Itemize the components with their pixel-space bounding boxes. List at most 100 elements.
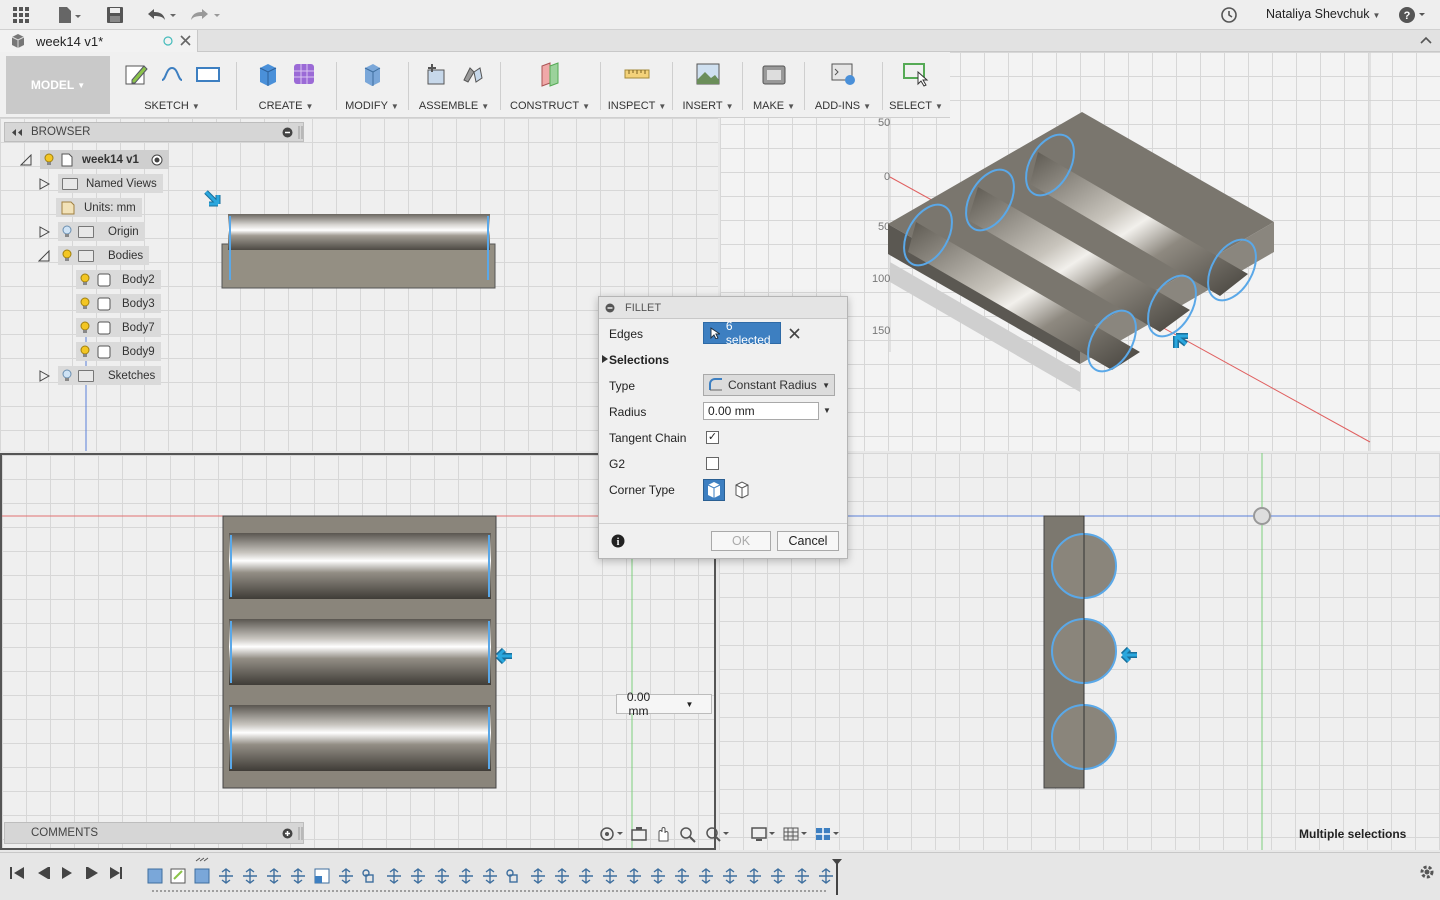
chevron-down-icon[interactable]: ▼ [668, 700, 711, 709]
comments-panel-header[interactable]: COMMENTS [4, 822, 304, 844]
edges-selection-button[interactable]: 6 selected [703, 319, 781, 347]
file-menu-icon[interactable] [54, 4, 84, 26]
select-group[interactable]: SELECT ▼ [886, 56, 946, 114]
visibility-bulb-icon[interactable] [62, 225, 72, 238]
collapsed-icon[interactable] [38, 225, 50, 238]
3d-print-icon[interactable] [760, 60, 788, 88]
look-at-icon[interactable] [630, 825, 648, 843]
offset-plane-icon[interactable] [536, 60, 564, 88]
tree-item-sketches[interactable]: Sketches [38, 366, 162, 385]
press-pull-icon[interactable] [358, 60, 386, 88]
visibility-bulb-icon[interactable] [80, 297, 90, 310]
modify-group[interactable]: MODIFY ▼ [340, 56, 404, 114]
settings-gear-icon[interactable] [1418, 863, 1436, 881]
grid-settings-icon[interactable] [782, 825, 808, 843]
close-tab-icon[interactable] [180, 35, 191, 46]
display-settings-icon[interactable] [750, 825, 776, 843]
info-icon[interactable]: i [611, 534, 625, 548]
add-ins-group[interactable]: ADD-INS ▼ [808, 56, 878, 114]
measure-icon[interactable] [623, 60, 651, 88]
tree-item-body[interactable]: Body3 [76, 294, 161, 313]
visibility-bulb-icon[interactable] [80, 345, 90, 358]
browser-panel-header[interactable]: BROWSER [4, 122, 304, 142]
help-icon[interactable]: ? [1398, 4, 1428, 26]
expanded-icon[interactable] [20, 153, 32, 166]
radius-input[interactable] [703, 402, 819, 420]
tree-item-named-views[interactable]: Named Views [38, 174, 163, 193]
insert-image-icon[interactable] [694, 60, 722, 88]
collapse-left-icon[interactable] [11, 128, 23, 137]
tree-item-origin[interactable]: Origin [38, 222, 145, 241]
folder-icon [78, 369, 94, 382]
create-group[interactable]: CREATE ▼ [240, 56, 332, 114]
visibility-bulb-icon[interactable] [80, 273, 90, 286]
activate-radio-icon[interactable] [151, 154, 163, 166]
tangent-chain-checkbox[interactable]: ✓ [706, 431, 719, 444]
expand-selections-icon[interactable] [601, 354, 609, 364]
collapsed-icon[interactable] [38, 177, 50, 190]
insert-group[interactable]: INSERT ▼ [676, 56, 740, 114]
make-group[interactable]: MAKE ▼ [746, 56, 802, 114]
tree-item-bodies[interactable]: Bodies [38, 246, 150, 265]
collapse-up-icon[interactable] [1420, 35, 1432, 45]
minus-icon[interactable] [282, 127, 293, 138]
visibility-bulb-icon[interactable] [80, 321, 90, 334]
pan-icon[interactable] [654, 825, 672, 843]
tree-item-units[interactable]: Units: mm [56, 198, 142, 217]
select-icon[interactable] [902, 60, 930, 88]
type-dropdown[interactable]: Constant Radius ▼ [703, 374, 835, 396]
create-sketch-icon[interactable] [122, 60, 150, 88]
collapsed-icon[interactable] [38, 369, 50, 382]
user-menu[interactable]: Nataliya Shevchuk ▼ [1266, 7, 1380, 21]
cancel-button[interactable]: Cancel [777, 531, 839, 551]
line-icon[interactable] [158, 60, 186, 88]
clear-selection-icon[interactable] [789, 328, 800, 339]
tree-item-body[interactable]: Body2 [76, 270, 161, 289]
workspace-switcher[interactable]: MODEL ▼ [6, 56, 110, 114]
app-grid-icon[interactable] [8, 4, 34, 26]
add-comment-icon[interactable] [282, 828, 293, 839]
selections-label[interactable]: Selections [609, 353, 669, 367]
orbit-icon[interactable] [598, 825, 624, 843]
undo-icon[interactable] [144, 4, 178, 26]
new-component-icon[interactable] [422, 60, 450, 88]
chevron-down-icon: ▼ [77, 80, 86, 90]
panel-grip-icon[interactable] [298, 126, 303, 139]
ok-button[interactable]: OK [711, 531, 771, 551]
zoom-window-icon[interactable] [678, 825, 698, 843]
rolling-ball-corner-icon[interactable] [703, 479, 725, 501]
radius-dropdown-icon[interactable]: ▼ [823, 406, 831, 415]
timeline-playback-controls[interactable] [8, 864, 132, 882]
visibility-bulb-icon[interactable] [62, 369, 72, 382]
save-icon[interactable] [104, 4, 126, 26]
zoom-icon[interactable] [704, 825, 730, 843]
dialog-header[interactable]: FILLET [599, 297, 847, 319]
sketch-group[interactable]: SKETCH ▼ [112, 56, 232, 114]
joint-icon[interactable] [458, 60, 486, 88]
scripts-addins-icon[interactable] [829, 60, 857, 88]
construct-group[interactable]: CONSTRUCT ▼ [504, 56, 596, 114]
rectangle-icon[interactable] [194, 60, 222, 88]
folder-icon [78, 249, 94, 262]
inspect-group[interactable]: INSPECT ▼ [604, 56, 670, 114]
viewports-icon[interactable] [814, 825, 840, 843]
tree-item-body[interactable]: Body7 [76, 318, 161, 337]
form-icon[interactable] [290, 60, 318, 88]
extrude-icon[interactable] [254, 60, 282, 88]
panel-grip-icon[interactable] [298, 827, 303, 840]
redo-icon[interactable] [188, 4, 222, 26]
viewport-radius-input[interactable]: 0.00 mm ▼ [616, 690, 712, 718]
document-tab[interactable]: week14 v1* [0, 30, 198, 52]
setback-corner-icon[interactable] [731, 479, 753, 501]
timeline-features[interactable] [144, 857, 844, 897]
tree-item-root[interactable]: week14 v1 [20, 150, 169, 169]
collapse-dialog-icon[interactable] [605, 303, 615, 313]
g2-checkbox[interactable] [706, 457, 719, 470]
tree-item-body[interactable]: Body9 [76, 342, 161, 361]
clock-icon[interactable] [1218, 4, 1240, 26]
visibility-bulb-icon[interactable] [44, 153, 54, 166]
tree-label: Named Views [86, 177, 157, 190]
visibility-bulb-icon[interactable] [62, 249, 72, 262]
expanded-icon[interactable] [38, 249, 50, 262]
assemble-group[interactable]: ASSEMBLE ▼ [412, 56, 496, 114]
